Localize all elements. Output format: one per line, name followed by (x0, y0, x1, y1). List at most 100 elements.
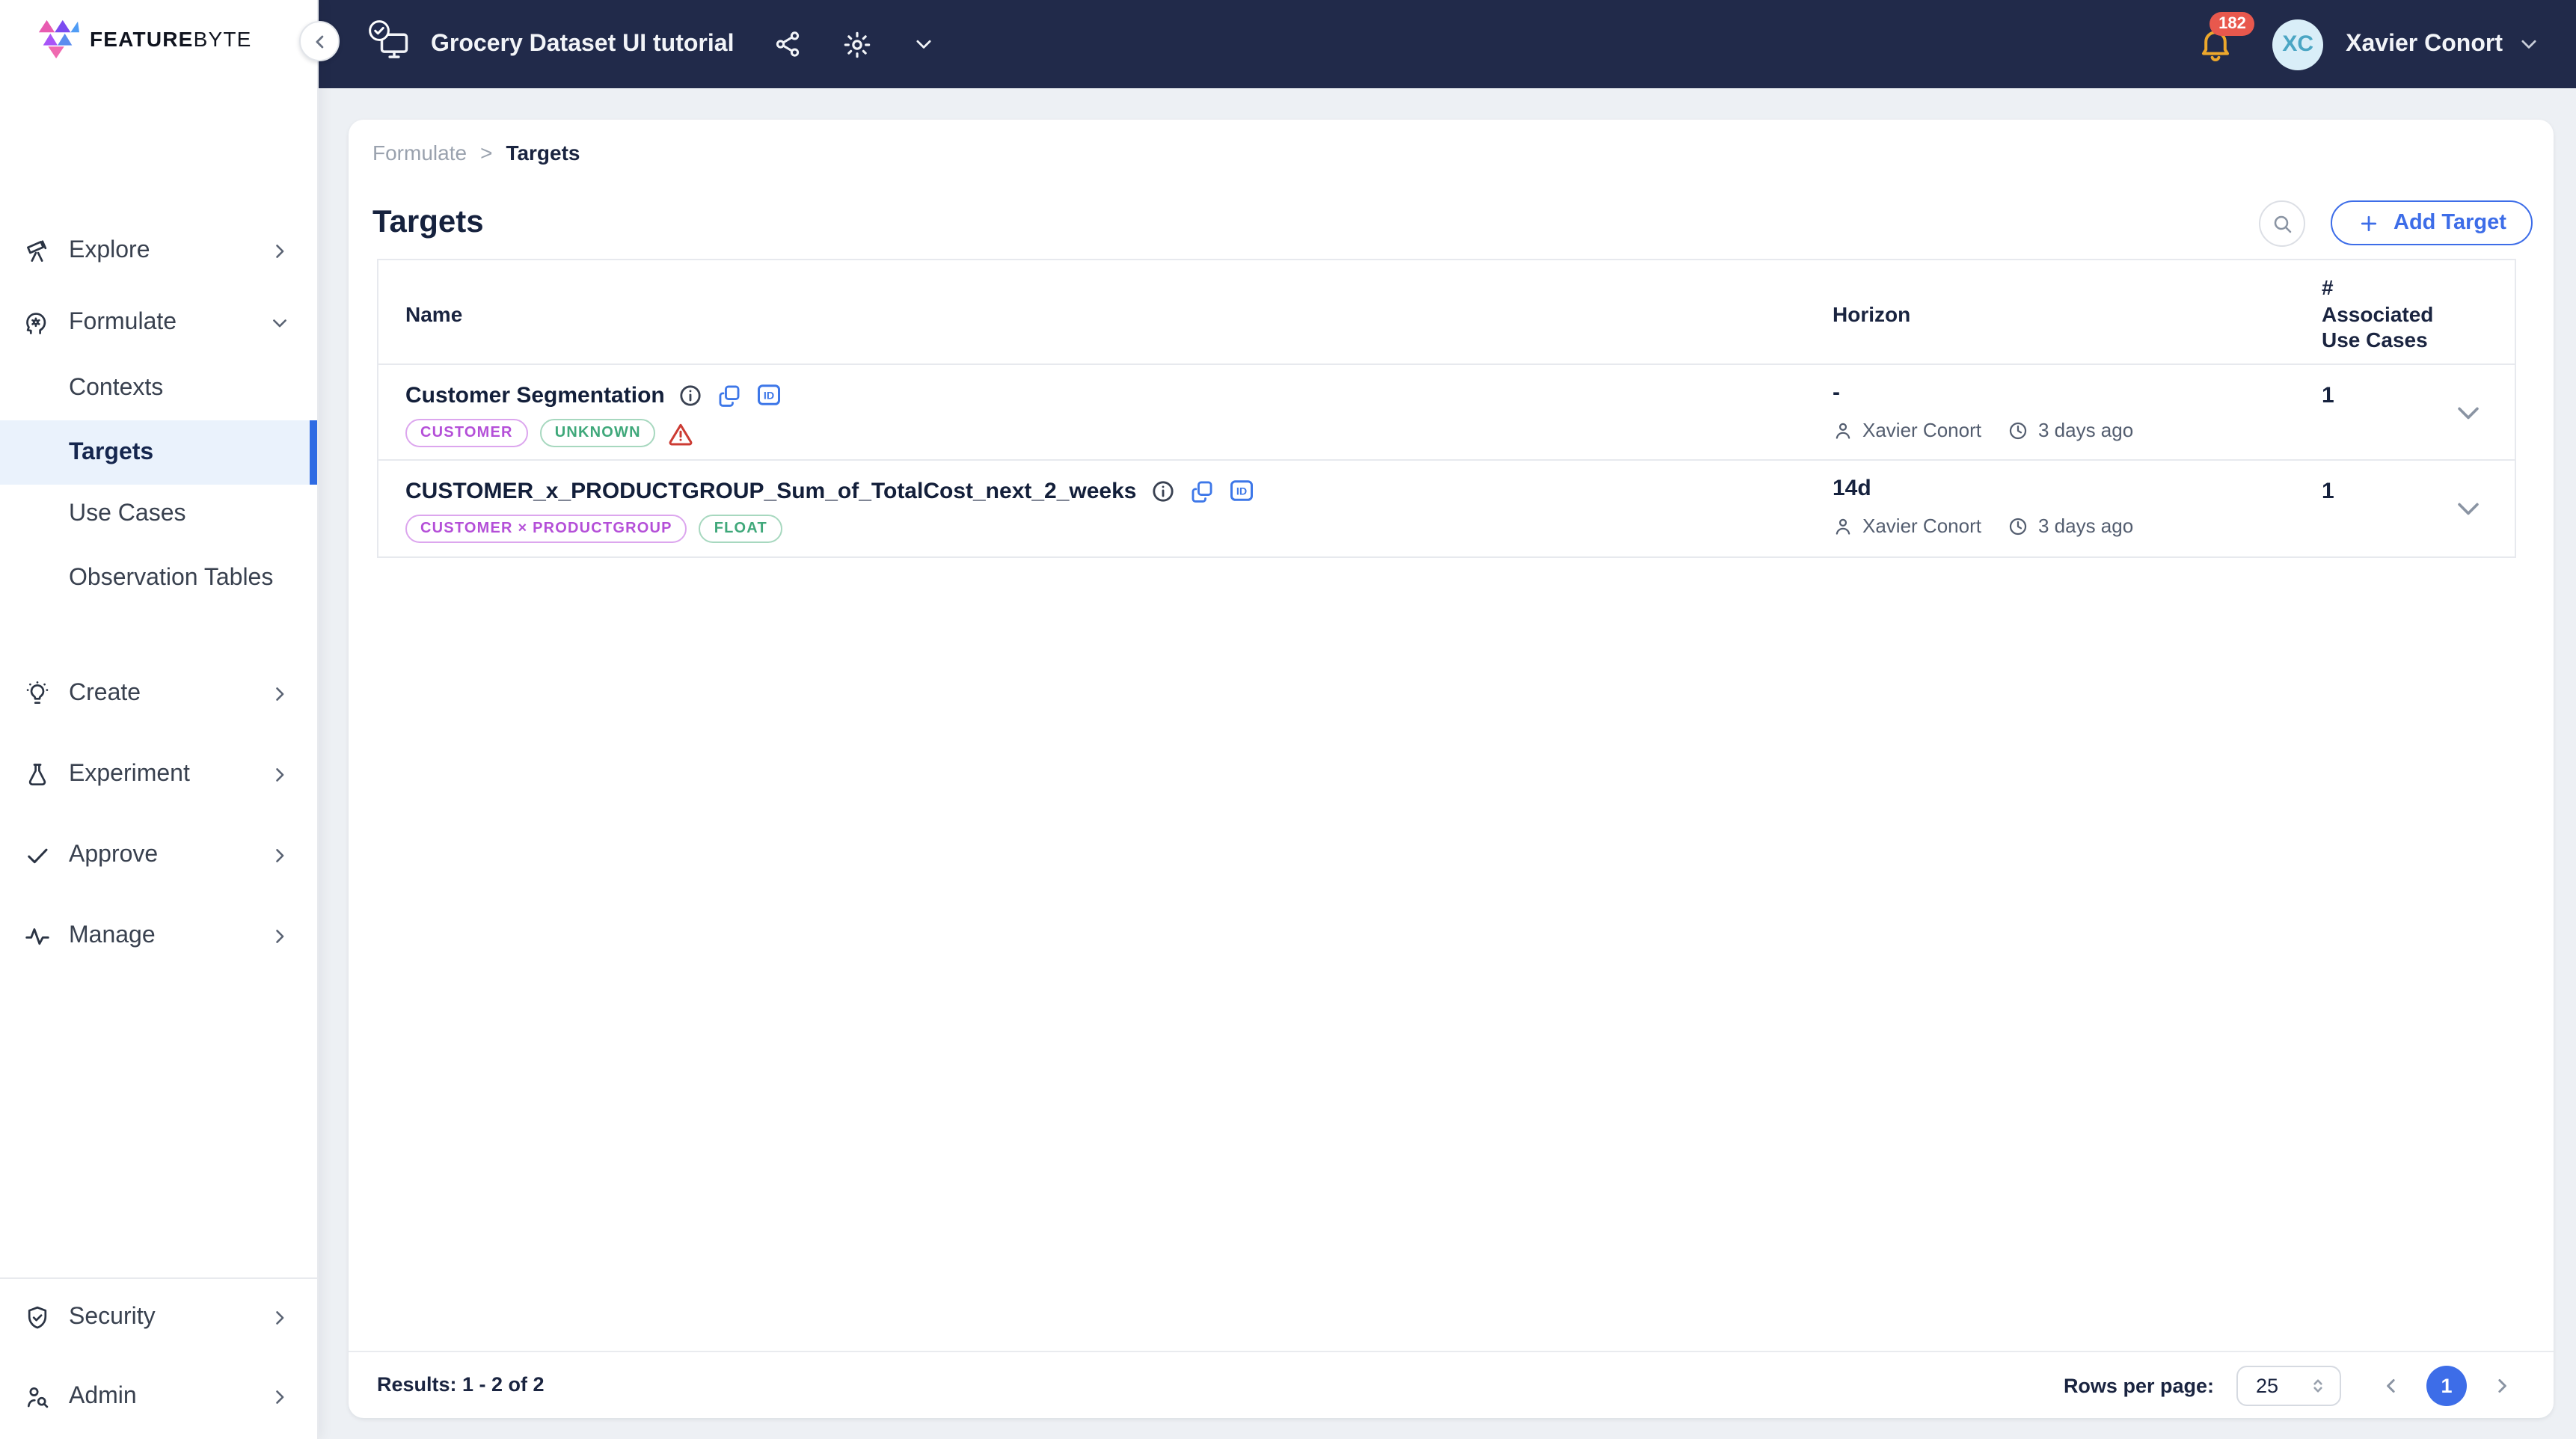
sidebar-item-formulate[interactable]: Formulate (0, 290, 317, 355)
name-cell: CUSTOMER_x_PRODUCTGROUP_Sum_of_TotalCost… (405, 474, 1255, 543)
project-selector[interactable]: Grocery Dataset UI tutorial (369, 19, 735, 61)
avatar[interactable]: XC (2272, 19, 2324, 70)
copy-icon[interactable] (717, 382, 743, 408)
sidebar-item-observation-tables[interactable]: Observation Tables (0, 546, 317, 610)
gear-icon (844, 31, 870, 58)
column-header-use-cases-line: Associated (2322, 301, 2434, 325)
sidebar-item-use-cases[interactable]: Use Cases (0, 482, 317, 546)
add-target-label: Add Target (2393, 211, 2506, 235)
top-header: Grocery Dataset UI tutorial 182 XC Xavie… (319, 0, 2576, 88)
chevron-down-icon (2518, 33, 2540, 55)
horizon-cell: - Xavier Conort 3 days ago (1833, 380, 2133, 441)
featurebyte-logo: FEATUREBYTE (36, 16, 252, 60)
chevron-right-icon (269, 1307, 290, 1328)
sidebar-item-approve[interactable]: Approve (0, 823, 317, 887)
user-name: Xavier Conort (2346, 31, 2503, 56)
use-case-count: 1 (2322, 479, 2334, 504)
sidebar-item-targets[interactable]: Targets (0, 420, 317, 485)
project-menu-chevron[interactable] (912, 33, 934, 55)
chevron-right-icon (269, 683, 290, 704)
user-search-icon (24, 1383, 51, 1410)
chevron-right-icon (269, 925, 290, 946)
breadcrumb-formulate[interactable]: Formulate (372, 141, 467, 165)
share-button[interactable] (773, 30, 801, 58)
search-button[interactable] (2259, 200, 2305, 247)
targets-page-card: Formulate > Targets Targets Add Target N… (349, 120, 2554, 1418)
row-expand-button[interactable] (2449, 393, 2488, 432)
notification-count-badge: 182 (2209, 11, 2255, 35)
target-name-link[interactable]: CUSTOMER_x_PRODUCTGROUP_Sum_of_TotalCost… (405, 478, 1137, 503)
info-icon[interactable] (1150, 478, 1176, 503)
sidebar-collapse-button[interactable] (299, 21, 340, 61)
horizon-value: 14d (1833, 476, 1871, 501)
author-name: Xavier Conort (1862, 515, 1981, 537)
notifications-button[interactable]: 182 (2198, 11, 2255, 62)
chevron-down-icon (2458, 406, 2479, 419)
chevron-right-icon (269, 1386, 290, 1407)
breadcrumb: Formulate > Targets (372, 141, 580, 165)
id-icon[interactable]: ID (1228, 477, 1255, 504)
add-target-button[interactable]: Add Target (2331, 200, 2533, 245)
row-expand-button[interactable] (2449, 489, 2488, 528)
active-indicator-bar (310, 420, 317, 485)
brand-byte: BYTE (193, 26, 252, 50)
copy-icon[interactable] (1189, 478, 1215, 503)
user-menu[interactable]: Xavier Conort (2346, 31, 2540, 58)
chevron-right-icon (269, 844, 290, 865)
sidebar-item-label: Approve (69, 841, 159, 867)
info-icon[interactable] (678, 382, 704, 408)
user-icon (1833, 420, 1853, 441)
sidebar-item-label: Use Cases (69, 500, 186, 526)
pagination: 1 (2377, 1366, 2516, 1406)
featurebyte-logo-icon (38, 19, 79, 59)
target-name-link[interactable]: Customer Segmentation (405, 382, 665, 408)
clock-icon (2008, 515, 2029, 536)
sidebar-item-label: Admin (69, 1383, 137, 1408)
rows-per-page-select[interactable]: 25 (2236, 1366, 2341, 1406)
lightbulb-icon (24, 680, 51, 707)
page-number-button[interactable]: 1 (2426, 1366, 2467, 1406)
page-title: Targets (372, 205, 484, 239)
previous-page-button[interactable] (2377, 1372, 2405, 1400)
chevron-right-icon (269, 240, 290, 261)
svg-text:ID: ID (764, 390, 775, 402)
updated-time: 3 days ago (2037, 419, 2134, 441)
plus-icon (2361, 215, 2377, 231)
spinner-chevrons-icon (2308, 1375, 2328, 1397)
head-cog-icon (24, 309, 51, 336)
column-header-use-cases-line: # (2322, 275, 2334, 299)
rows-per-page-label: Rows per page: (2063, 1375, 2214, 1397)
settings-button[interactable] (841, 29, 871, 59)
table-header-row: Name Horizon # Associated Use Cases (378, 260, 2515, 365)
chevron-left-icon (2387, 1379, 2395, 1393)
id-icon[interactable]: ID (756, 381, 783, 408)
horizon-cell: 14d Xavier Conort 3 days ago (1833, 476, 2133, 537)
sidebar-item-label: Explore (69, 237, 150, 263)
column-header-name: Name (405, 302, 463, 326)
sidebar-item-label: Manage (69, 922, 156, 948)
sidebar-item-security[interactable]: Security (0, 1285, 317, 1349)
sidebar-item-admin[interactable]: Admin (0, 1364, 317, 1429)
shield-check-icon (24, 1304, 51, 1331)
sidebar-item-contexts[interactable]: Contexts (0, 356, 317, 420)
sidebar-item-manage[interactable]: Manage (0, 903, 317, 968)
next-page-button[interactable] (2488, 1372, 2516, 1400)
sidebar-item-label: Experiment (69, 761, 190, 786)
column-header-use-cases: # Associated Use Cases (2322, 275, 2433, 354)
sidebar-item-create[interactable]: Create (0, 661, 317, 725)
targets-table: Name Horizon # Associated Use Cases Cust… (377, 259, 2516, 558)
sidebar-item-label: Targets (69, 439, 154, 464)
check-icon (24, 841, 51, 868)
sidebar-item-explore[interactable]: Explore (0, 218, 317, 283)
entity-tag: CUSTOMER × PRODUCTGROUP (405, 515, 687, 543)
table-row: CUSTOMER_x_PRODUCTGROUP_Sum_of_TotalCost… (378, 461, 2515, 556)
sidebar-divider (0, 1277, 317, 1279)
dtype-tag: FLOAT (699, 515, 782, 543)
project-title: Grocery Dataset UI tutorial (431, 31, 735, 56)
monitor-icon (369, 19, 411, 61)
svg-text:ID: ID (1236, 486, 1246, 498)
use-case-count: 1 (2322, 383, 2334, 408)
sidebar-item-experiment[interactable]: Experiment (0, 742, 317, 806)
share-icon (776, 31, 799, 57)
dtype-tag: UNKNOWN (539, 419, 656, 447)
